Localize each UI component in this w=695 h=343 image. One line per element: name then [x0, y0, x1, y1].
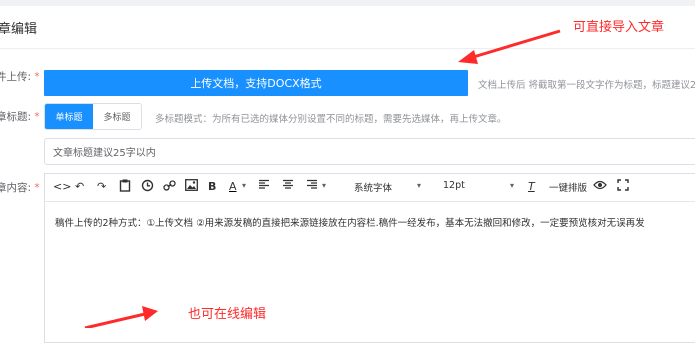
import-arrow-head	[458, 50, 478, 64]
import-arrow	[469, 29, 561, 60]
online-edit-arrow	[84, 312, 146, 328]
annotation-arrows	[84, 29, 561, 328]
online-edit-arrow-head	[142, 306, 158, 321]
